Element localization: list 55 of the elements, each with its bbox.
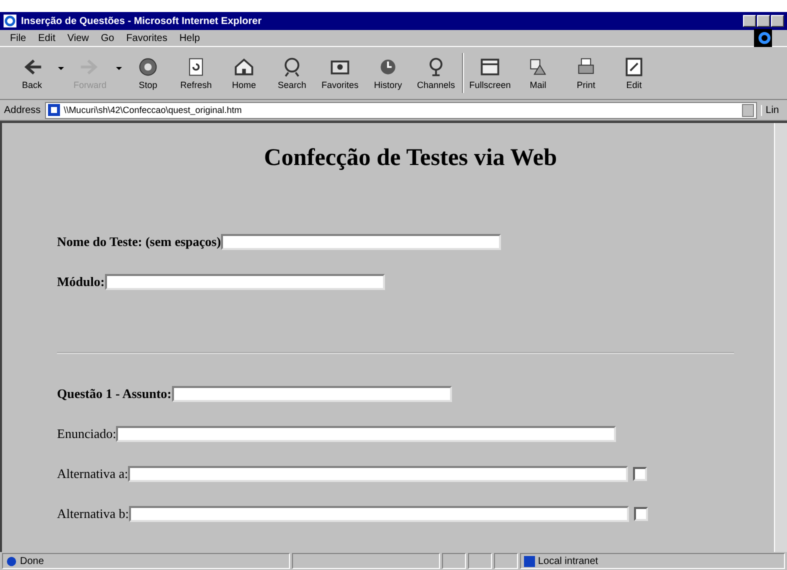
- input-field[interactable]: [128, 506, 629, 522]
- mail-icon: [527, 56, 549, 78]
- field-label: Alternativa a:: [57, 466, 128, 482]
- menu-item[interactable]: Edit: [38, 32, 56, 44]
- toolbar-button[interactable]: Back: [10, 56, 54, 90]
- checkbox[interactable]: [634, 507, 648, 521]
- address-field[interactable]: \\Mucuri\sh\42\Confeccao\quest_original.htm: [44, 102, 757, 118]
- status-pane: [494, 553, 518, 569]
- toolbar-button[interactable]: Channels: [414, 56, 458, 90]
- page-heading: Confecção de Testes via Web: [263, 145, 558, 172]
- toolbar-button[interactable]: Stop: [126, 56, 170, 90]
- input-field[interactable]: [220, 234, 501, 250]
- browser-logo-icon: [3, 14, 17, 28]
- field-label: Questão 1 - Assunto:: [57, 386, 172, 402]
- field-label: Nome do Teste: (sem espaços): [57, 234, 221, 250]
- scroll-bar[interactable]: [774, 123, 787, 552]
- zone-text: Local intranet: [538, 556, 598, 566]
- toolbar-button[interactable]: Fullscreen: [468, 56, 512, 90]
- input-field[interactable]: [116, 426, 616, 442]
- menu-item[interactable]: Favorites: [126, 32, 168, 44]
- stop-icon: [137, 56, 159, 78]
- menu-item[interactable]: View: [67, 32, 89, 44]
- home-icon: [233, 56, 255, 78]
- toolbar-button[interactable]: Refresh: [174, 56, 218, 90]
- toolbar-button[interactable]: Edit: [612, 56, 656, 90]
- input-field[interactable]: [172, 386, 452, 402]
- close-button[interactable]: [771, 15, 784, 27]
- menu-item[interactable]: Help: [179, 32, 200, 44]
- minimize-button[interactable]: [743, 15, 756, 27]
- input-field[interactable]: [104, 274, 385, 290]
- maximize-button[interactable]: [757, 15, 770, 27]
- toolbar-button[interactable]: Search: [270, 56, 314, 90]
- zone-icon: [524, 556, 535, 566]
- checkbox[interactable]: [633, 467, 648, 481]
- status-text: Done: [20, 556, 44, 566]
- status-pane: [442, 553, 466, 569]
- status-pane: [468, 553, 492, 569]
- window-title: Inserção de Questões - Microsoft Internet Explorer: [21, 16, 263, 26]
- edit-icon: [623, 56, 645, 78]
- field-label: Módulo:: [57, 274, 105, 290]
- page-icon: [48, 104, 60, 116]
- field-label: Enunciado:: [57, 426, 116, 442]
- toolbar-button[interactable]: Home: [222, 56, 266, 90]
- address-label: Address: [4, 104, 41, 116]
- toolbar-button[interactable]: Mail: [516, 56, 560, 90]
- toolbar-button[interactable]: Favorites: [318, 56, 362, 90]
- toolbar-button[interactable]: Print: [564, 56, 608, 90]
- globe-icon: [6, 556, 17, 566]
- menu-item[interactable]: Go: [100, 32, 114, 44]
- links-button[interactable]: Lin: [760, 104, 783, 116]
- menu-item[interactable]: File: [10, 32, 26, 44]
- input-field[interactable]: [128, 466, 628, 482]
- field-label: Alternativa b:: [57, 506, 129, 522]
- window-icon: [479, 56, 501, 78]
- toolbar-button[interactable]: History: [366, 56, 410, 90]
